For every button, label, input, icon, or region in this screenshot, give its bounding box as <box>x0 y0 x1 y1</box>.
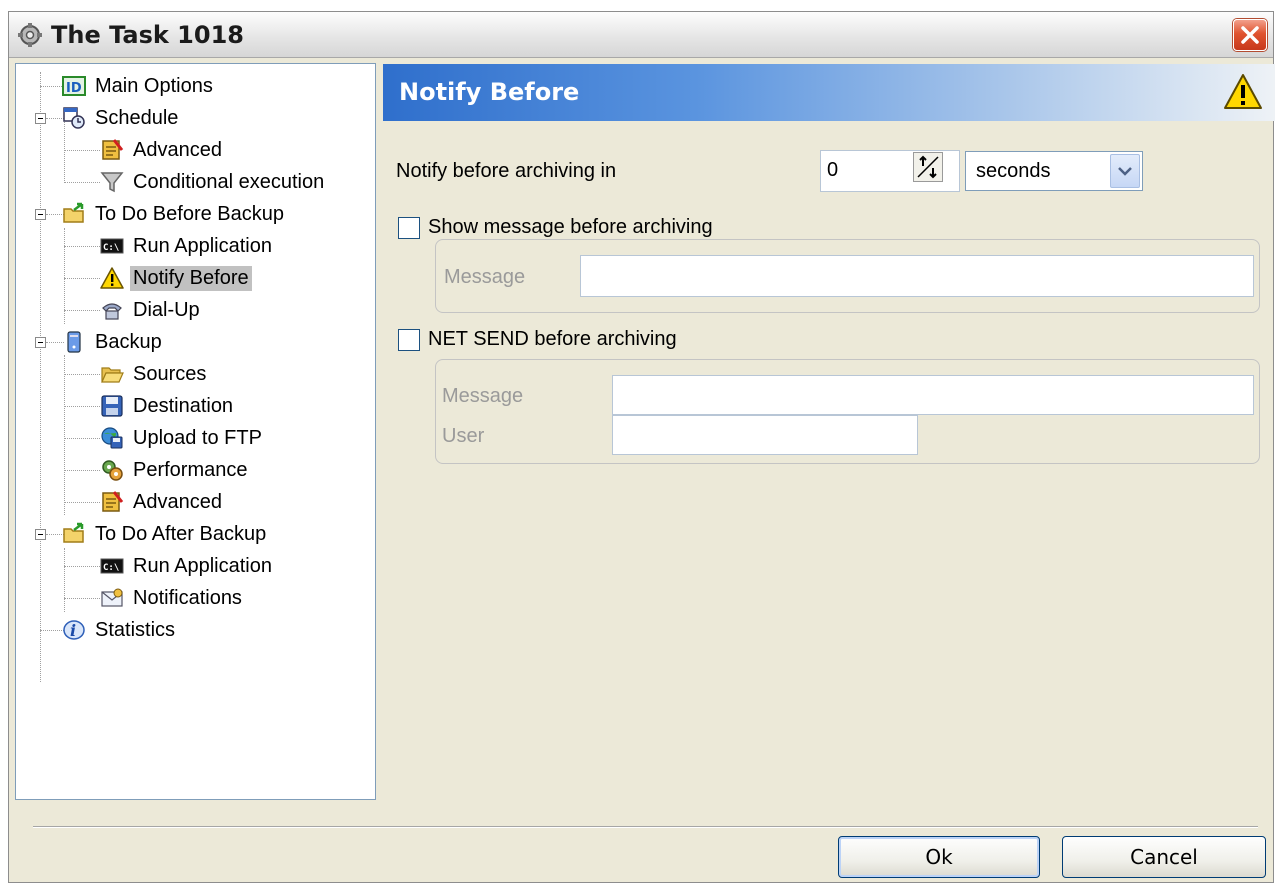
advanced-settings-icon <box>102 491 124 512</box>
net-message-input[interactable] <box>612 375 1254 415</box>
tree-item-backup[interactable]: Backup <box>62 328 165 356</box>
message-label: Message <box>444 266 526 288</box>
options-tree[interactable]: ID Main Options Schedule Advanced Condit… <box>15 63 376 800</box>
tree-item-upload-to-ftp[interactable]: Upload to FTP <box>100 424 265 452</box>
cancel-button[interactable]: Cancel <box>1062 836 1266 878</box>
tree-item-label: Destination <box>133 394 234 417</box>
tree-item-sources[interactable]: Sources <box>100 360 209 388</box>
tree-item-label: Conditional execution <box>133 170 325 193</box>
backup-expander[interactable] <box>35 337 46 348</box>
time-unit-select[interactable]: seconds <box>965 151 1143 191</box>
user-input[interactable] <box>612 415 918 455</box>
globe-disk-icon <box>101 427 123 449</box>
warning-icon <box>100 267 124 289</box>
tree-item-label: Dial-Up <box>133 298 200 321</box>
spin-arrows-icon <box>917 155 939 179</box>
svg-text:i: i <box>70 621 76 640</box>
gears-icon <box>102 460 123 481</box>
warning-icon <box>1224 74 1262 109</box>
tree-item-label: Notify Before <box>130 265 252 291</box>
tree-item-notify-before[interactable]: Notify Before <box>100 264 252 292</box>
tree-item-label: Statistics <box>95 618 176 641</box>
panel-header: Notify Before <box>383 64 1275 121</box>
svg-text:C:\: C:\ <box>103 563 119 573</box>
tree-item-schedule[interactable]: Schedule <box>62 104 181 132</box>
console-icon: C:\ <box>100 238 124 254</box>
user-label: User <box>442 425 485 447</box>
net-send-label[interactable]: NET SEND before archiving <box>428 328 677 351</box>
folder-arrow-icon <box>63 522 84 543</box>
app-gears-icon <box>18 23 42 47</box>
tree-item-to-do-after-backup[interactable]: To Do After Backup <box>62 520 269 548</box>
tree-item-label: Upload to FTP <box>133 426 262 449</box>
ok-button[interactable]: Ok <box>838 836 1040 878</box>
time-unit-value: seconds <box>976 160 1051 182</box>
floppy-disk-icon <box>101 395 123 417</box>
tree-item-advanced[interactable]: Advanced <box>100 136 225 164</box>
notify-before-label: Notify before archiving in <box>396 160 617 182</box>
tree-item-notifications[interactable]: Notifications <box>100 584 245 612</box>
tree-item-label: Run Application <box>133 554 272 577</box>
tree-item-label: Schedule <box>95 106 179 129</box>
info-icon: i <box>63 620 85 640</box>
envelope-icon <box>101 588 123 607</box>
dialup-icon <box>102 303 122 320</box>
close-button[interactable] <box>1233 19 1267 51</box>
tree-item-advanced-backup[interactable]: Advanced <box>100 488 225 516</box>
calendar-clock-icon <box>63 107 85 129</box>
filter-icon <box>100 172 124 193</box>
folder-arrow-icon <box>63 202 84 223</box>
id-icon: ID <box>62 76 86 96</box>
footer-separator <box>33 826 1258 828</box>
net-message-label: Message <box>442 385 524 407</box>
net-send-checkbox[interactable] <box>398 329 420 351</box>
tree-item-label: Performance <box>133 458 248 481</box>
console-icon: C:\ <box>100 558 124 574</box>
tree-item-label: Backup <box>95 330 162 353</box>
close-icon <box>1241 26 1259 44</box>
folder-open-icon <box>101 367 124 383</box>
advanced-settings-icon <box>102 139 124 160</box>
notify-time-spinner[interactable] <box>913 152 943 182</box>
show-message-label[interactable]: Show message before archiving <box>428 216 713 239</box>
panel-title: Notify Before <box>399 78 580 106</box>
message-input[interactable] <box>580 255 1254 297</box>
svg-text:C:\: C:\ <box>103 243 119 253</box>
tree-item-label: Run Application <box>133 234 272 257</box>
computer-icon <box>67 331 81 353</box>
tree-item-label: Advanced <box>133 490 222 513</box>
chevron-down-icon <box>1118 167 1132 176</box>
tree-item-destination[interactable]: Destination <box>100 392 236 420</box>
tree-item-label: To Do After Backup <box>95 522 267 545</box>
tree-item-dial-up[interactable]: Dial-Up <box>100 296 203 324</box>
tree-item-label: Main Options <box>95 74 213 97</box>
todo-before-expander[interactable] <box>35 209 46 220</box>
tree-item-run-application-before[interactable]: C:\ Run Application <box>100 232 275 260</box>
show-message-checkbox[interactable] <box>398 217 420 239</box>
tree-item-statistics[interactable]: i Statistics <box>62 616 178 644</box>
tree-item-label: Sources <box>133 362 207 385</box>
tree-item-performance[interactable]: Performance <box>100 456 251 484</box>
title-bar[interactable]: The Task 1018 <box>9 12 1273 58</box>
tree-item-main-options[interactable]: ID Main Options <box>62 72 216 100</box>
tree-item-label: Notifications <box>133 586 242 609</box>
tree-item-label: Advanced <box>133 138 222 161</box>
svg-text:ID: ID <box>66 81 82 96</box>
window-title: The Task 1018 <box>51 21 244 49</box>
task-window: The Task 1018 ID Main Options Schedule A… <box>8 11 1275 883</box>
tree-item-to-do-before-backup[interactable]: To Do Before Backup <box>62 200 287 228</box>
schedule-expander[interactable] <box>35 113 46 124</box>
dropdown-button[interactable] <box>1110 154 1140 188</box>
tree-item-run-application-after[interactable]: C:\ Run Application <box>100 552 275 580</box>
tree-item-conditional-execution[interactable]: Conditional execution <box>100 168 327 196</box>
tree-item-label: To Do Before Backup <box>95 202 284 225</box>
todo-after-expander[interactable] <box>35 529 46 540</box>
